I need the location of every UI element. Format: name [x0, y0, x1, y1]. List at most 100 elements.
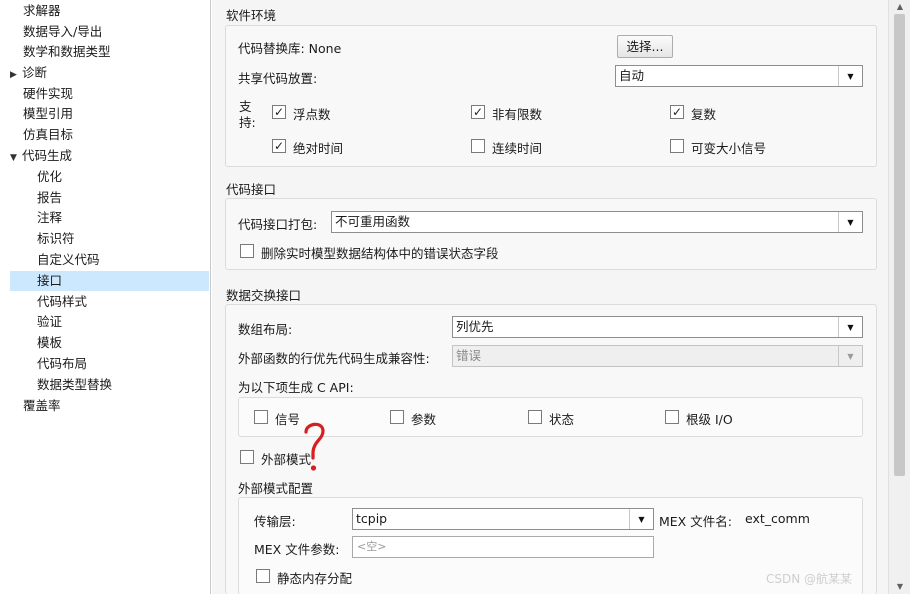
tree-item-data-type-replacement[interactable]: 数据类型替换 — [37, 375, 112, 395]
tree-item-label: 验证 — [37, 314, 63, 329]
tree-item-math-data-types[interactable]: 数学和数据类型 — [23, 42, 111, 62]
capi-signals-label: 信号 — [275, 412, 301, 427]
tree-item-label: 硬件实现 — [23, 86, 74, 101]
settings-pane: 软件环境 代码替换库: None 选择... 共享代码放置: 自动 ▼ 支 持:… — [212, 0, 910, 594]
tree-item-optimization[interactable]: 优化 — [37, 167, 62, 187]
tree-item-diagnostics[interactable]: ▶ 诊断 — [10, 63, 47, 83]
collapse-arrow-icon[interactable]: ▼ — [10, 148, 22, 168]
watermark-text: CSDN @航某某 — [766, 572, 853, 586]
non-finite-label: 非有限数 — [492, 107, 543, 122]
mex-args-placeholder: <空> — [357, 540, 387, 553]
continuous-time-label: 连续时间 — [492, 141, 543, 156]
tree-item-data-import-export[interactable]: 数据导入/导出 — [23, 22, 102, 42]
floating-point-label: 浮点数 — [293, 107, 331, 122]
code-interface-packaging-dropdown[interactable]: 不可重用函数 ▼ — [331, 211, 863, 233]
capi-params-label: 参数 — [411, 412, 437, 427]
tree-item-label: 代码生成 — [22, 148, 73, 163]
dropdown-value: 列优先 — [456, 319, 494, 334]
tree-item-sim-target[interactable]: 仿真目标 — [23, 125, 73, 145]
tree-item-solver[interactable]: 求解器 — [23, 1, 61, 21]
tree-item-code-layout[interactable]: 代码布局 — [37, 354, 87, 374]
tree-item-hardware[interactable]: 硬件实现 — [23, 84, 73, 104]
dropdown-value: 错误 — [456, 348, 482, 363]
tree-item-label: 报告 — [37, 190, 63, 205]
scroll-thumb[interactable] — [894, 14, 905, 476]
tree-item-label: 覆盖率 — [23, 398, 61, 413]
tree-item-code-style[interactable]: 代码样式 — [37, 292, 87, 312]
tree-item-label: 仿真目标 — [23, 127, 74, 142]
capi-params-checkbox[interactable] — [390, 410, 404, 424]
dropdown-arrow-icon: ▼ — [629, 509, 653, 529]
tree-item-label: 数学和数据类型 — [23, 44, 111, 59]
tree-item-label: 数据类型替换 — [37, 377, 113, 392]
tree-item-custom-code[interactable]: 自定义代码 — [37, 250, 100, 270]
absolute-time-checkbox[interactable]: ✓ — [272, 139, 286, 153]
non-finite-checkbox[interactable]: ✓ — [471, 105, 485, 119]
tree-item-label: 接口 — [37, 273, 63, 288]
capi-group: 信号 参数 状态 根级 I/O — [238, 397, 863, 437]
capi-states-checkbox[interactable] — [528, 410, 542, 424]
external-mode-config-title: 外部模式配置 — [238, 481, 314, 496]
tree-item-label: 自定义代码 — [37, 252, 100, 267]
tree-item-label: 诊断 — [22, 65, 48, 80]
scroll-down-icon[interactable]: ▼ — [889, 582, 910, 591]
floating-point-checkbox[interactable]: ✓ — [272, 105, 286, 119]
tree-item-label: 求解器 — [23, 3, 61, 18]
static-memory-checkbox[interactable] — [256, 569, 270, 583]
support-label: 持: — [239, 115, 256, 130]
remove-error-status-checkbox[interactable] — [240, 244, 254, 258]
tree-item-label: 模型引用 — [23, 106, 74, 121]
dropdown-value: 不可重用函数 — [335, 214, 411, 229]
software-env-group: 代码替换库: None 选择... 共享代码放置: 自动 ▼ 支 持: ✓ 浮点… — [225, 25, 877, 167]
scroll-up-icon[interactable]: ▲ — [889, 2, 910, 11]
tree-item-code-gen[interactable]: ▼ 代码生成 — [10, 146, 72, 166]
transport-layer-label: 传输层: — [254, 514, 296, 529]
code-interface-packaging-label: 代码接口打包: — [238, 217, 318, 232]
remove-error-status-label: 删除实时模型数据结构体中的错误状态字段 — [261, 246, 499, 261]
external-mode-checkbox[interactable] — [240, 450, 254, 464]
variable-size-label: 可变大小信号 — [691, 141, 767, 156]
dropdown-arrow-icon: ▼ — [838, 212, 862, 232]
tree-item-label: 代码样式 — [37, 294, 88, 309]
tree-item-interface[interactable]: 接口 — [10, 271, 209, 291]
select-button[interactable]: 选择... — [617, 35, 673, 58]
tree-item-label: 代码布局 — [37, 356, 88, 371]
capi-states-label: 状态 — [549, 412, 575, 427]
tree-item-templates[interactable]: 模板 — [37, 333, 62, 353]
complex-label: 复数 — [691, 107, 717, 122]
row-major-compat-label: 外部函数的行优先代码生成兼容性: — [238, 351, 430, 366]
complex-checkbox[interactable]: ✓ — [670, 105, 684, 119]
transport-layer-dropdown[interactable]: tcpip ▼ — [352, 508, 654, 530]
shared-code-label: 共享代码放置: — [238, 71, 318, 86]
dropdown-value: 自动 — [619, 68, 645, 83]
absolute-time-label: 绝对时间 — [293, 141, 344, 156]
shared-code-dropdown[interactable]: 自动 ▼ — [615, 65, 863, 87]
row-major-compat-dropdown[interactable]: 错误 ▼ — [452, 345, 863, 367]
mex-file-name-label: MEX 文件名: — [659, 514, 732, 529]
tree-item-model-ref[interactable]: 模型引用 — [23, 104, 73, 124]
tree-item-coverage[interactable]: 覆盖率 — [23, 396, 61, 416]
tree-item-verification[interactable]: 验证 — [37, 312, 62, 332]
tree-item-label: 标识符 — [37, 231, 75, 246]
variable-size-checkbox[interactable] — [670, 139, 684, 153]
tree-item-label: 注释 — [37, 210, 63, 225]
question-mark-annotation-icon — [304, 422, 325, 471]
mex-args-input[interactable]: <空> — [352, 536, 654, 558]
dropdown-arrow-icon: ▼ — [838, 346, 862, 366]
code-interface-group: 代码接口打包: 不可重用函数 ▼ 删除实时模型数据结构体中的错误状态字段 — [225, 198, 877, 270]
expand-arrow-icon[interactable]: ▶ — [10, 65, 22, 85]
dropdown-arrow-icon: ▼ — [838, 66, 862, 86]
capi-signals-checkbox[interactable] — [254, 410, 268, 424]
capi-root-io-checkbox[interactable] — [665, 410, 679, 424]
config-tree: 求解器 数据导入/导出 数学和数据类型 ▶ 诊断 硬件实现 模型引用 仿真目标 ▼… — [0, 0, 211, 594]
array-layout-dropdown[interactable]: 列优先 ▼ — [452, 316, 863, 338]
capi-label: 为以下项生成 C API: — [238, 380, 354, 395]
array-layout-label: 数组布局: — [238, 322, 293, 337]
section-title-software-env: 软件环境 — [226, 8, 277, 23]
tree-item-identifiers[interactable]: 标识符 — [37, 229, 75, 249]
mex-file-name-value: ext_comm — [745, 511, 810, 526]
tree-item-report[interactable]: 报告 — [37, 188, 62, 208]
vertical-scrollbar[interactable]: ▲ ▼ — [888, 0, 910, 594]
continuous-time-checkbox[interactable] — [471, 139, 485, 153]
tree-item-comments[interactable]: 注释 — [37, 208, 62, 228]
